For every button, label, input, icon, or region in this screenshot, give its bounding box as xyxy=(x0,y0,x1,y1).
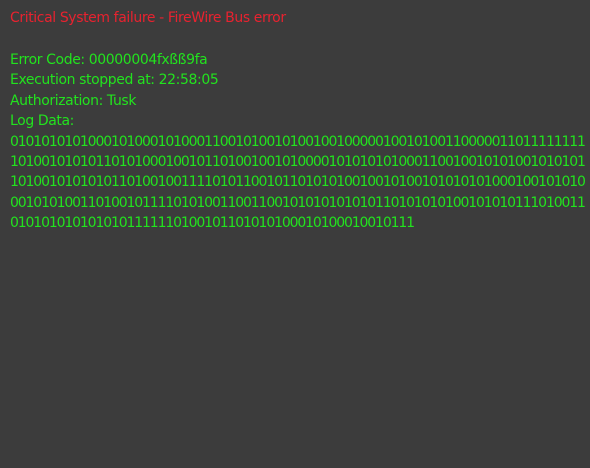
log-line: 1010010101010110100100111101011001011010… xyxy=(10,174,585,191)
error-code-line: Error Code: 00000004fxßß9fa xyxy=(10,52,208,68)
log-line: 0010101001101001011110101001100110010101… xyxy=(10,194,585,211)
log-line: 0101010101010101111110100101101010100010… xyxy=(10,215,415,232)
log-line: 1010010101011010100010010110100100101000… xyxy=(10,154,585,171)
error-title: Critical System failure - FireWire Bus e… xyxy=(10,10,286,26)
log-data-label: Log Data: xyxy=(10,113,75,130)
log-line: 0101010101000101000101000110010100101001… xyxy=(10,133,585,150)
error-console: Critical System failure - FireWire Bus e… xyxy=(10,9,585,234)
error-details: Error Code: 00000004fxßß9fa Execution st… xyxy=(10,50,585,132)
authorization-line: Authorization: Tusk xyxy=(10,92,137,109)
log-data-block: 0101010101000101000101000110010100101001… xyxy=(10,132,585,234)
execution-stopped-line: Execution stopped at: 22:58:05 xyxy=(10,72,219,89)
